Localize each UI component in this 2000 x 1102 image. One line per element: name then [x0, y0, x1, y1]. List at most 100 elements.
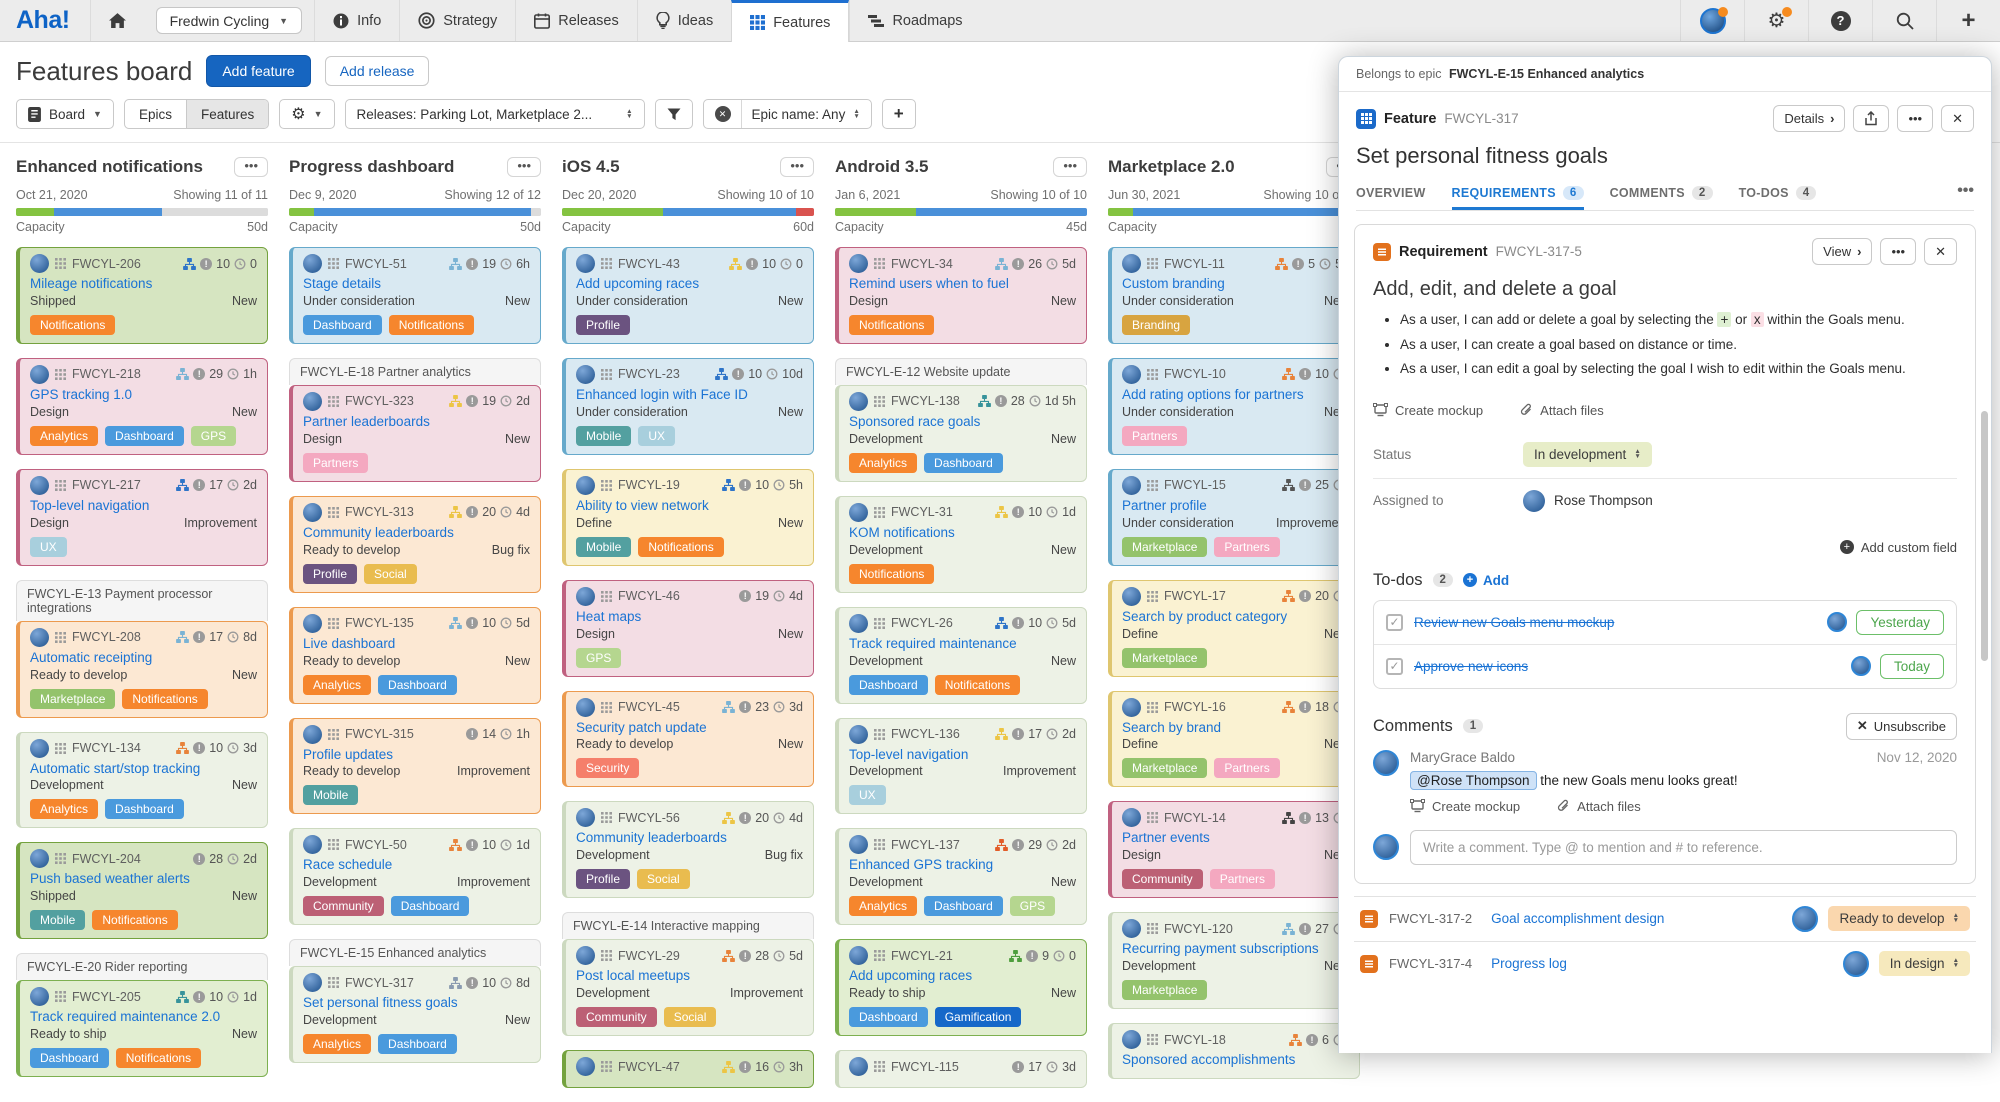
toggle-epics[interactable]: Epics: [125, 100, 186, 128]
card-title[interactable]: Sponsored race goals: [849, 414, 1076, 431]
column-menu-button[interactable]: •••: [234, 157, 268, 177]
feature-card[interactable]: FWCYL-18 ! 6 Sponsored accomplishments: [1108, 1023, 1360, 1079]
card-title[interactable]: Live dashboard: [303, 636, 530, 653]
mention-chip[interactable]: @Rose Thompson: [1410, 771, 1537, 790]
add-feature-button[interactable]: Add feature: [206, 55, 310, 87]
board-view-select[interactable]: Board ▼: [16, 99, 114, 129]
close-button[interactable]: ✕: [1941, 105, 1974, 132]
feature-card[interactable]: FWCYL-45 ! 23 3d Security patch update R…: [562, 691, 814, 788]
card-title[interactable]: GPS tracking 1.0: [30, 387, 257, 404]
card-title[interactable]: Sponsored accomplishments: [1122, 1052, 1349, 1069]
feature-card[interactable]: FWCYL-317 ! 10 8d Set personal fitness g…: [289, 966, 541, 1063]
card-title[interactable]: Automatic start/stop tracking: [30, 761, 257, 778]
feature-card[interactable]: FWCYL-136 ! 17 2d Top-level navigation D…: [835, 718, 1087, 815]
feature-card[interactable]: FWCYL-208 ! 17 8d Automatic receipting R…: [16, 621, 268, 718]
drawer-tab[interactable]: REQUIREMENTS 6: [1452, 182, 1584, 210]
add-column-button[interactable]: +: [882, 99, 916, 129]
card-title[interactable]: Recurring payment subscriptions: [1122, 941, 1349, 958]
card-title[interactable]: Search by product category: [1122, 609, 1349, 626]
feature-card[interactable]: FWCYL-19 ! 10 5h Ability to view network…: [562, 469, 814, 566]
epic-link[interactable]: FWCYL-E-15 Enhanced analytics: [1449, 67, 1644, 81]
unsubscribe-button[interactable]: ✕ Unsubscribe: [1846, 713, 1957, 740]
feature-card[interactable]: FWCYL-323 ! 19 2d Partner leaderboards D…: [289, 385, 541, 482]
nav-ideas[interactable]: Ideas: [637, 0, 731, 41]
feature-card[interactable]: FWCYL-50 ! 10 1d Race schedule Developme…: [289, 828, 541, 925]
card-title[interactable]: Stage details: [303, 276, 530, 293]
card-title[interactable]: Automatic receipting: [30, 650, 257, 667]
feature-card[interactable]: FWCYL-137 ! 29 2d Enhanced GPS tracking …: [835, 828, 1087, 925]
feature-card[interactable]: FWCYL-217 ! 17 2d Top-level navigation D…: [16, 469, 268, 566]
card-title[interactable]: Partner events: [1122, 830, 1349, 847]
card-title[interactable]: KOM notifications: [849, 525, 1076, 542]
feature-card[interactable]: FWCYL-11 ! 5 5d Custom branding Under co…: [1108, 247, 1360, 344]
todo-due-pill[interactable]: Yesterday: [1856, 610, 1944, 635]
card-title[interactable]: Custom branding: [1122, 276, 1349, 293]
todo-due-pill[interactable]: Today: [1880, 654, 1944, 679]
search-button[interactable]: [1872, 0, 1936, 41]
feature-card[interactable]: FWCYL-46 ! 19 4d Heat maps Design New GP…: [562, 580, 814, 677]
more-button[interactable]: •••: [1880, 238, 1916, 265]
share-button[interactable]: [1853, 105, 1889, 132]
epic-filter-chip[interactable]: ✕ Epic name: Any ▲▼: [703, 99, 872, 129]
requirement-row[interactable]: FWCYL-317-4 Progress log In design ▲▼: [1354, 941, 1976, 986]
aha-logo[interactable]: Aha!: [0, 0, 90, 41]
drawer-tab[interactable]: TO-DOS 4: [1739, 182, 1817, 210]
remove-filter-icon[interactable]: ✕: [715, 106, 731, 122]
requirement-title[interactable]: Progress log: [1491, 956, 1567, 971]
nav-releases[interactable]: Releases: [515, 0, 636, 41]
card-title[interactable]: Partner profile: [1122, 498, 1349, 515]
card-title[interactable]: Partner leaderboards: [303, 414, 530, 431]
todo-text[interactable]: Review new Goals menu mockup: [1414, 615, 1614, 630]
card-title[interactable]: Track required maintenance: [849, 636, 1076, 653]
feature-card[interactable]: FWCYL-51 ! 19 6h Stage details Under con…: [289, 247, 541, 344]
requirement-row[interactable]: FWCYL-317-2 Goal accomplishment design R…: [1354, 896, 1976, 941]
card-title[interactable]: Security patch update: [576, 720, 803, 737]
requirement-status-select[interactable]: In design ▲▼: [1879, 951, 1970, 976]
feature-card[interactable]: FWCYL-138 ! 28 1d 5h Sponsored race goal…: [835, 385, 1087, 482]
feature-card[interactable]: FWCYL-206 ! 10 0 Mileage notifications S…: [16, 247, 268, 344]
assignee[interactable]: Rose Thompson: [1523, 490, 1653, 512]
nav-roadmaps[interactable]: Roadmaps: [849, 0, 980, 41]
scrollbar-thumb[interactable]: [1981, 411, 1988, 661]
card-title[interactable]: Remind users when to fuel: [849, 276, 1076, 293]
add-button[interactable]: +: [1936, 0, 2000, 41]
board-settings-select[interactable]: ⚙ ▼: [279, 99, 334, 129]
card-title[interactable]: Ability to view network: [576, 498, 803, 515]
feature-card[interactable]: FWCYL-14 ! 13 Partner events Design New …: [1108, 801, 1360, 898]
drawer-tab[interactable]: OVERVIEW: [1356, 182, 1426, 210]
details-button[interactable]: Details›: [1773, 105, 1845, 132]
feature-card[interactable]: FWCYL-26 ! 10 5d Track required maintena…: [835, 607, 1087, 704]
card-title[interactable]: Push based weather alerts: [30, 871, 257, 888]
requirement-status-select[interactable]: Ready to develop ▲▼: [1828, 906, 1970, 931]
epic-group-header[interactable]: FWCYL-E-15 Enhanced analytics: [289, 939, 541, 966]
feature-card[interactable]: FWCYL-313 ! 20 4d Community leaderboards…: [289, 496, 541, 593]
workspace-selector[interactable]: Fredwin Cycling ▼: [156, 7, 303, 34]
todo-text[interactable]: Approve new icons: [1414, 659, 1528, 674]
card-title[interactable]: Community leaderboards: [576, 830, 803, 847]
card-title[interactable]: Race schedule: [303, 857, 530, 874]
releases-filter-select[interactable]: Releases: Parking Lot, Marketplace 2... …: [345, 99, 645, 129]
card-title[interactable]: Profile updates: [303, 747, 530, 764]
feature-card[interactable]: FWCYL-31 ! 10 1d KOM notifications Devel…: [835, 496, 1087, 593]
card-title[interactable]: Track required maintenance 2.0: [30, 1009, 257, 1026]
add-custom-field-link[interactable]: + Add custom field: [1373, 540, 1957, 555]
close-button[interactable]: ✕: [1924, 238, 1957, 265]
card-title[interactable]: Heat maps: [576, 609, 803, 626]
card-title[interactable]: Set personal fitness goals: [303, 995, 530, 1012]
view-button[interactable]: View›: [1812, 238, 1872, 265]
status-select[interactable]: In development ▲▼: [1523, 442, 1652, 467]
home-button[interactable]: [90, 0, 144, 41]
card-title[interactable]: Add rating options for partners: [1122, 387, 1349, 404]
create-mockup-link[interactable]: Create mockup: [1410, 799, 1520, 814]
user-menu[interactable]: [1680, 0, 1744, 41]
column-menu-button[interactable]: •••: [1053, 157, 1087, 177]
drawer-tab[interactable]: COMMENTS 2: [1610, 182, 1713, 210]
feature-card[interactable]: FWCYL-134 ! 10 3d Automatic start/stop t…: [16, 732, 268, 829]
feature-card[interactable]: FWCYL-204 ! 28 2d Push based weather ale…: [16, 842, 268, 939]
comment-input[interactable]: [1410, 830, 1957, 865]
card-title[interactable]: Enhanced GPS tracking: [849, 857, 1076, 874]
card-title[interactable]: Top-level navigation: [849, 747, 1076, 764]
card-title[interactable]: Community leaderboards: [303, 525, 530, 542]
feature-card[interactable]: FWCYL-115 ! 17 3d: [835, 1050, 1087, 1088]
nav-features[interactable]: Features: [731, 0, 849, 42]
